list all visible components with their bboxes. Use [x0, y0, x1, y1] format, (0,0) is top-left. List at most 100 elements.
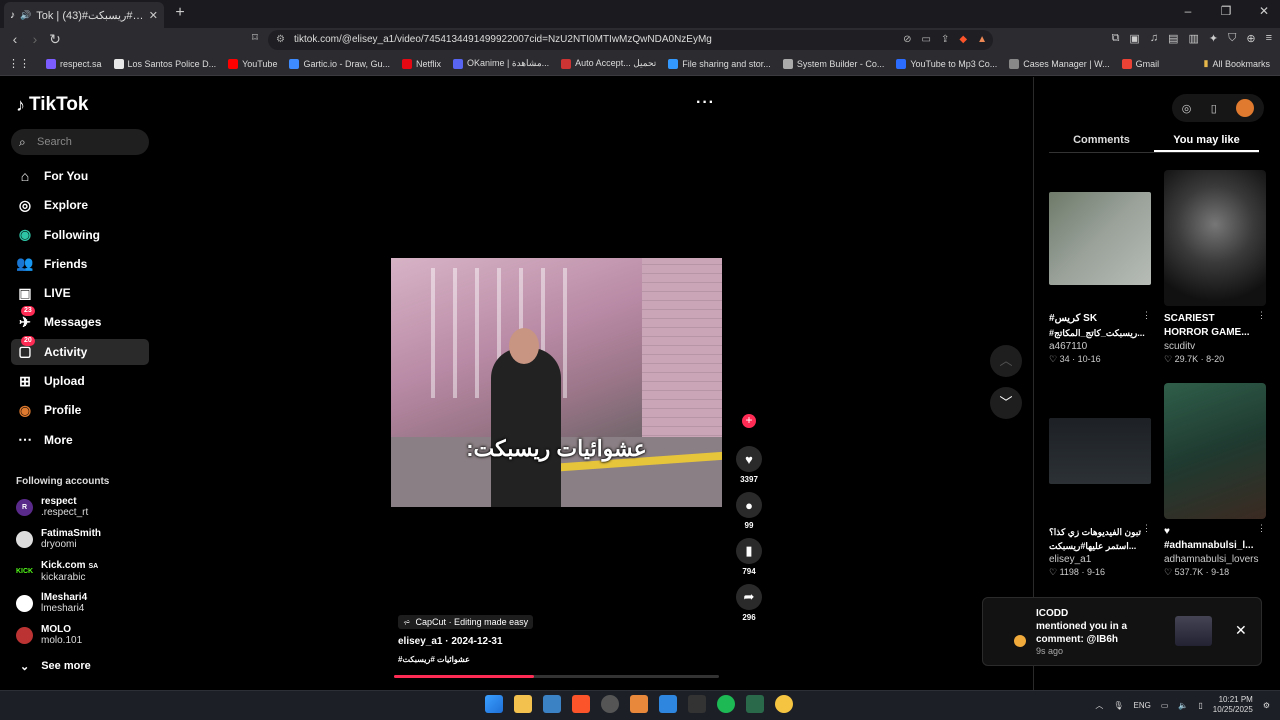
store-icon[interactable] [543, 695, 561, 713]
forward-icon[interactable]: › [26, 31, 44, 47]
volume-icon[interactable]: 🔈 [1178, 701, 1188, 710]
site-info-icon[interactable]: ⚙ [276, 30, 285, 50]
browser-tab[interactable]: ♪ 🔊 Tok | عشوائيات#ريسبكت#(43) ✕ [4, 2, 164, 28]
video-hashtags[interactable]: #عشوائيات #ريسبكت [398, 655, 470, 664]
recommended-card[interactable]: ⋮ SCARIEST HORROR GAME... scuditv ♡ 29.7… [1164, 170, 1266, 366]
vpn-icon[interactable]: ⊕ [1246, 32, 1255, 45]
nav-item-for-you[interactable]: ⌂ For You [11, 163, 149, 189]
file-explorer-icon[interactable] [514, 695, 532, 713]
nav-item-live[interactable]: ▣ LIVE [11, 280, 149, 306]
device-icon[interactable]: ▯ [1211, 102, 1217, 115]
card-menu-icon[interactable]: ⋮ [1257, 523, 1266, 534]
previous-video-button[interactable]: ︿ [990, 345, 1022, 377]
more-options-icon[interactable]: ··· [696, 94, 715, 112]
see-more-button[interactable]: ⌄ See more [20, 660, 91, 673]
bookmark-item[interactable]: Cases Manager | W... [1009, 58, 1110, 69]
no-tracking-icon[interactable]: ⊘ [903, 30, 911, 50]
tab-comments[interactable]: Comments [1049, 128, 1154, 152]
wallet-icon[interactable]: ▣ [1129, 32, 1139, 45]
mic-icon[interactable]: 🎙 [1113, 701, 1123, 710]
leo-icon[interactable]: ✦ [1209, 32, 1218, 45]
app5-icon[interactable] [775, 695, 793, 713]
card-menu-icon[interactable]: ⋮ [1142, 310, 1151, 321]
all-bookmarks-button[interactable]: ▮ All Bookmarks [1204, 58, 1270, 69]
nav-item-profile[interactable]: ◉ Profile [11, 397, 149, 423]
bookmark-item[interactable]: File sharing and stor... [668, 58, 771, 69]
nav-item-more[interactable]: ⋯ More [11, 427, 149, 453]
new-tab-button[interactable]: + [170, 4, 190, 24]
minimize-icon[interactable]: – [1178, 4, 1198, 18]
notifications-icon[interactable]: ⚙ [1263, 701, 1270, 710]
share-arrow-icon[interactable]: ➦ [736, 584, 762, 610]
tiktok-logo[interactable]: ♪ TikTok [16, 94, 88, 116]
battery-icon[interactable]: ▯ [1198, 701, 1202, 710]
bookmark-item[interactable]: Gartic.io - Draw, Gu... [289, 58, 390, 69]
bookmark-item[interactable]: respect.sa [46, 58, 102, 69]
card-menu-icon[interactable]: ⋮ [1142, 523, 1151, 534]
menu-icon[interactable]: ≡ [1266, 32, 1272, 45]
mention-notification[interactable]: ICODD mentioned you in a comment: @IB6h … [982, 597, 1262, 666]
network-icon[interactable]: ▭ [1161, 701, 1169, 710]
reader-icon[interactable]: ▥ [1188, 32, 1198, 45]
bookmark-icon[interactable]: ▮ [736, 538, 762, 564]
brave-icon[interactable] [572, 695, 590, 713]
bookmark-item[interactable]: Gmail [1121, 58, 1159, 69]
video-author[interactable]: elisey_a1 · 2024-12-31 [398, 636, 503, 647]
recommended-card[interactable]: ⋮ تبون الفيديوهات زي كذا؟ استمر عليها#ري… [1049, 383, 1151, 579]
tray-chevron-icon[interactable]: ︿ [1095, 700, 1103, 711]
shield-icon[interactable]: ⛉ [1228, 32, 1236, 45]
clock[interactable]: 10:21 PM 10/25/2025 [1213, 695, 1253, 715]
close-icon[interactable]: ✕ [1235, 622, 1247, 639]
address-bar[interactable]: ⚙ tiktok.com/@elisey_a1/video/7454134491… [268, 30, 993, 50]
following-account[interactable]: lMeshari4 lmeshari4 [16, 592, 87, 614]
search-input[interactable]: ⌕ Search [11, 129, 149, 155]
capcut-effect-link[interactable]: ⩫ CapCut · Editing made easy [398, 615, 534, 629]
nav-item-activity[interactable]: ▢ 20 Activity [11, 335, 149, 365]
video-progress-bar[interactable] [394, 675, 719, 678]
nav-item-explore[interactable]: ◎ Explore [11, 192, 149, 218]
bookmark-item[interactable]: System Builder - Co... [782, 58, 884, 69]
app-icon[interactable] [630, 695, 648, 713]
bookmark-page-icon[interactable]: ⌑ [246, 31, 264, 44]
app3-icon[interactable] [688, 695, 706, 713]
avatar[interactable] [1236, 99, 1255, 117]
nav-item-upload[interactable]: ⊞ Upload [11, 368, 149, 394]
start-icon[interactable] [485, 695, 503, 713]
following-account[interactable]: FatimaSmith dryoomi [16, 528, 101, 550]
rewards-icon[interactable]: ▲ [977, 30, 987, 50]
recommended-card[interactable]: ⋮ ♥ #adhamnabulsi_l... adhamnabulsi_love… [1164, 383, 1266, 579]
apps-icon[interactable]: ⋮⋮ [8, 57, 30, 70]
bookmark-item[interactable]: YouTube to Mp3 Co... [896, 58, 997, 69]
language-indicator[interactable]: ENG [1134, 701, 1151, 710]
bookmark-item[interactable]: Auto Accept... تحميل [561, 58, 656, 69]
pip-icon[interactable]: ▭ [922, 30, 931, 50]
chrome-icon[interactable] [601, 695, 619, 713]
comment-icon[interactable]: ● [736, 492, 762, 518]
extensions-icon[interactable]: ⧉ [1112, 32, 1120, 45]
close-window-icon[interactable]: ✕ [1254, 4, 1274, 18]
bookmark-item[interactable]: YouTube [228, 58, 277, 69]
following-account[interactable]: Rrespect .respect_rt [16, 496, 88, 518]
brave-shield-icon[interactable]: ◆ [959, 30, 967, 50]
spotify-icon[interactable] [717, 695, 735, 713]
app4-icon[interactable] [746, 695, 764, 713]
reload-icon[interactable]: ↻ [46, 31, 64, 48]
app2-icon[interactable] [659, 695, 677, 713]
bookmark-item[interactable]: Los Santos Police D... [113, 58, 216, 69]
next-video-button[interactable]: ﹀ [990, 387, 1022, 419]
audio-icon[interactable]: 🔊 [20, 10, 31, 21]
sidebar-icon[interactable]: ▤ [1168, 32, 1178, 45]
bookmark-item[interactable]: Netflix [401, 58, 441, 69]
video-player[interactable]: عشوائيات ريسبكت: [391, 258, 722, 507]
nav-item-friends[interactable]: 👥 Friends [11, 251, 149, 277]
like-icon[interactable]: ♥ [736, 446, 762, 472]
following-account[interactable]: MOLO molo.101 [16, 624, 82, 646]
music-icon[interactable]: ♫ [1150, 32, 1158, 45]
card-menu-icon[interactable]: ⋮ [1257, 310, 1266, 321]
close-tab-icon[interactable]: ✕ [149, 9, 158, 22]
share-icon[interactable]: ⇪ [941, 30, 949, 50]
nav-item-messages[interactable]: ✈ 23 Messages [11, 306, 149, 335]
follow-plus-icon[interactable]: + [742, 414, 756, 428]
back-icon[interactable]: ‹ [6, 31, 24, 47]
bookmark-item[interactable]: OKanime | مشاهدة... [453, 58, 549, 69]
